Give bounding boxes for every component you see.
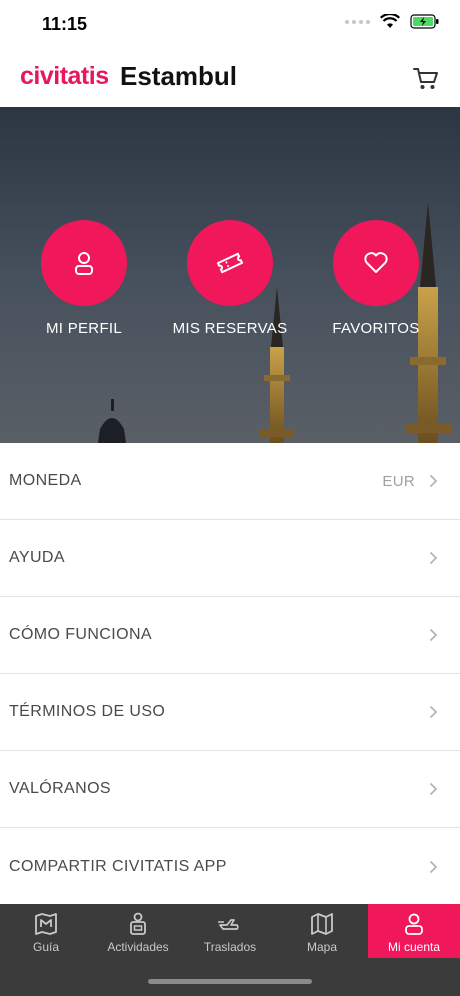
tab-label: Traslados — [203, 940, 257, 954]
account-icon — [405, 913, 423, 935]
map-book-icon — [35, 913, 57, 935]
favorites-circle — [333, 220, 419, 306]
menu-item-currency[interactable]: MONEDA EUR — [0, 443, 460, 520]
menu-item-label: CÓMO FUNCIONA — [9, 626, 152, 643]
menu-item-label: AYUDA — [9, 549, 65, 566]
cart-icon — [413, 68, 438, 89]
wifi-icon — [380, 14, 400, 28]
bottom-tab-bar: Guía Actividades Traslados Mapa Mi cuent… — [0, 904, 460, 996]
settings-menu: MONEDA EUR AYUDA CÓMO FUNCIONA TÉRMINOS … — [0, 443, 460, 905]
activities-icon — [130, 912, 146, 935]
menu-item-label: TÉRMINOS DE USO — [9, 703, 166, 720]
user-icon — [75, 252, 93, 275]
chevron-right-icon — [429, 628, 438, 642]
currency-value: EUR — [382, 472, 415, 490]
tab-my-account[interactable]: Mi cuenta — [368, 904, 460, 958]
profile-circle — [41, 220, 127, 306]
favorites-label: FAVORITOS — [332, 320, 420, 337]
chevron-right-icon — [429, 705, 438, 719]
tab-guide[interactable]: Guía — [0, 904, 92, 958]
heart-icon — [364, 252, 388, 273]
my-profile-button[interactable]: MI PERFIL — [24, 220, 144, 337]
civitatis-logo[interactable]: civitatis — [20, 62, 109, 91]
hero-banner: MI PERFIL MIS RESERVAS FAVORITOS — [0, 107, 460, 443]
chevron-right-icon — [429, 551, 438, 565]
page-title: Estambul — [120, 61, 238, 91]
menu-item-rate-us[interactable]: VALÓRANOS — [0, 751, 460, 828]
tab-transfers[interactable]: Traslados — [184, 904, 276, 958]
menu-item-label: COMPARTIR CIVITATIS APP — [9, 857, 227, 875]
tab-label: Mapa — [306, 940, 338, 954]
home-indicator — [148, 979, 312, 984]
menu-item-share-app[interactable]: COMPARTIR CIVITATIS APP — [0, 828, 460, 905]
menu-item-label: MONEDA — [9, 472, 82, 489]
cart-button[interactable] — [412, 64, 440, 92]
tab-label: Guía — [32, 940, 59, 954]
my-profile-label: MI PERFIL — [45, 320, 123, 337]
menu-item-help[interactable]: AYUDA — [0, 520, 460, 597]
menu-item-terms[interactable]: TÉRMINOS DE USO — [0, 674, 460, 751]
status-bar: 11:15 — [0, 0, 460, 50]
my-bookings-button[interactable]: MIS RESERVAS — [170, 220, 290, 337]
chevron-right-icon — [429, 782, 438, 796]
ticket-icon — [216, 252, 244, 274]
map-icon — [311, 913, 333, 935]
status-time: 11:15 — [42, 14, 88, 34]
status-icons — [345, 14, 440, 29]
favorites-button[interactable]: FAVORITOS — [316, 220, 436, 337]
battery-icon — [410, 14, 439, 29]
app-header: civitatis Estambul — [0, 50, 460, 107]
tab-map[interactable]: Mapa — [276, 904, 368, 958]
chevron-right-icon — [429, 474, 438, 488]
menu-item-label: VALÓRANOS — [9, 780, 111, 797]
signal-icon — [345, 19, 370, 24]
my-bookings-label: MIS RESERVAS — [172, 320, 288, 337]
tab-activities[interactable]: Actividades — [92, 904, 184, 958]
bookings-circle — [187, 220, 273, 306]
menu-item-how-it-works[interactable]: CÓMO FUNCIONA — [0, 597, 460, 674]
transfer-icon — [218, 919, 239, 930]
tab-label: Mi cuenta — [387, 940, 441, 954]
tab-label: Actividades — [107, 940, 169, 954]
chevron-right-icon — [429, 860, 438, 873]
